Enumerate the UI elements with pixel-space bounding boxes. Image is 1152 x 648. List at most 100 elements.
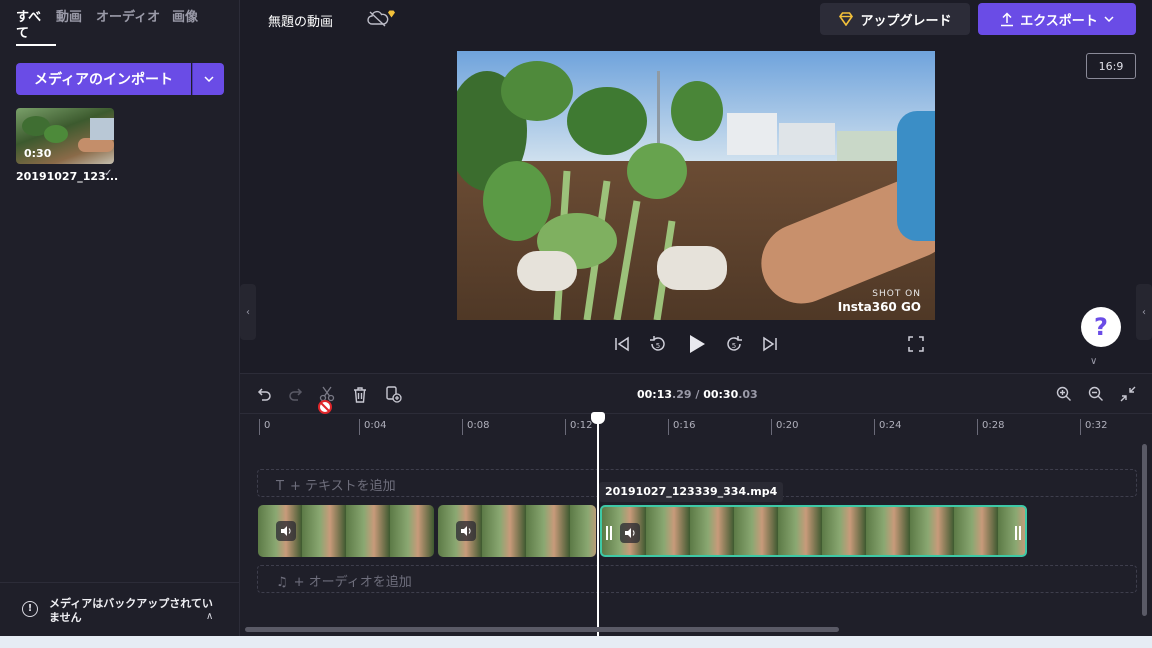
upload-icon xyxy=(1001,11,1014,26)
add-text-label-text: + テキストを追加 xyxy=(289,479,396,494)
import-media-button[interactable]: メディアのインポート xyxy=(16,63,191,95)
fit-timeline-button[interactable] xyxy=(1118,384,1138,404)
diamond-icon xyxy=(839,12,854,26)
media-thumbnail[interactable]: 0:30 xyxy=(16,108,114,164)
video-clip-selected[interactable] xyxy=(600,505,1027,557)
collapse-left-panel-handle[interactable]: ‹ xyxy=(240,284,256,340)
watermark-line2: Insta360 GO xyxy=(837,300,921,314)
aspect-ratio-button[interactable]: 16:9 xyxy=(1086,53,1136,79)
undo-button[interactable] xyxy=(254,384,274,404)
collapse-right-panel-handle[interactable]: ‹ xyxy=(1136,284,1152,340)
video-clip-2[interactable] xyxy=(438,505,596,557)
checkmark-icon: ✓ xyxy=(104,168,113,179)
current-time-frames: .29 xyxy=(672,388,692,401)
total-time: 00:30 xyxy=(703,388,739,401)
tab-image[interactable]: 画像 xyxy=(172,10,212,46)
volume-icon[interactable] xyxy=(456,521,476,541)
clip-name-tooltip: 20191027_123339_334.mp4 xyxy=(599,482,784,502)
media-duration: 0:30 xyxy=(24,147,52,160)
delete-button[interactable] xyxy=(350,384,370,404)
redo-button[interactable] xyxy=(286,384,306,404)
tab-audio[interactable]: オーディオ xyxy=(96,10,172,46)
ruler-tick: 0:24 xyxy=(874,419,901,435)
zoom-out-icon xyxy=(1088,386,1103,401)
ruler-tick: 0 xyxy=(259,419,270,435)
zoom-in-button[interactable] xyxy=(1054,384,1074,404)
rewind-5-button[interactable]: 5 xyxy=(647,333,669,355)
os-taskbar xyxy=(0,636,1152,648)
tab-video[interactable]: 動画 xyxy=(56,10,96,46)
preview-glove-right xyxy=(657,246,727,290)
playhead[interactable] xyxy=(597,417,599,637)
timeline-toolbar: 00:13.29 / 00:30.03 xyxy=(240,374,1152,414)
rewind-5-icon: 5 xyxy=(650,336,665,351)
play-icon xyxy=(690,335,705,353)
redo-icon xyxy=(289,388,303,401)
chevron-down-icon xyxy=(1104,16,1114,22)
volume-icon[interactable] xyxy=(276,521,296,541)
premium-gem-icon xyxy=(387,3,396,22)
chevron-down-icon xyxy=(203,76,214,82)
watermark-line1: SHOT ON xyxy=(872,289,921,299)
backup-warning: ! メディアはバックアップされていません ∧ xyxy=(0,582,240,636)
ruler-tick: 0:08 xyxy=(462,419,489,435)
add-text-label: T + テキストを追加 xyxy=(276,475,396,494)
preview-glove-left xyxy=(517,251,577,291)
undo-icon xyxy=(257,388,271,401)
add-audio-label: ♫ + オーディオを追加 xyxy=(276,571,412,590)
ruler-tick: 0:28 xyxy=(977,419,1004,435)
upgrade-label: アップグレード xyxy=(860,13,952,29)
duplicate-icon xyxy=(385,385,402,403)
total-time-frames: .03 xyxy=(738,388,758,401)
question-mark-icon: ? xyxy=(1094,313,1108,341)
import-options-button[interactable] xyxy=(192,63,224,95)
media-library-panel: すべて 動画 オーディオ 画像 メディアのインポート 0:30 20191027… xyxy=(0,0,240,636)
trim-handle-left[interactable] xyxy=(605,523,613,543)
fullscreen-button[interactable] xyxy=(905,333,927,355)
video-preview[interactable]: SHOT ON Insta360 GO xyxy=(457,51,935,320)
skip-to-start-button[interactable] xyxy=(611,333,633,355)
info-icon: ! xyxy=(22,601,38,617)
media-tabs: すべて 動画 オーディオ 画像 xyxy=(16,10,212,46)
chevron-up-icon[interactable]: ∧ xyxy=(206,611,213,622)
backup-warning-text: メディアはバックアップされていません xyxy=(49,597,213,624)
play-button[interactable] xyxy=(686,333,708,355)
duplicate-button[interactable] xyxy=(383,384,403,404)
trim-handle-right[interactable] xyxy=(1014,523,1022,543)
timecode-display: 00:13.29 / 00:30.03 xyxy=(637,388,758,401)
zoom-out-button[interactable] xyxy=(1086,384,1106,404)
upgrade-button[interactable]: アップグレード xyxy=(820,3,970,35)
skip-to-end-button[interactable] xyxy=(759,333,781,355)
add-audio-track[interactable]: ♫ + オーディオを追加 xyxy=(257,565,1137,593)
video-clip-1[interactable] xyxy=(258,505,434,557)
timecode-separator: / xyxy=(691,388,704,401)
horizontal-scrollbar[interactable] xyxy=(245,627,839,632)
chevron-left-icon: ‹ xyxy=(1142,306,1146,318)
help-button[interactable]: ? xyxy=(1081,307,1121,347)
project-title[interactable]: 無題の動画 xyxy=(268,11,333,30)
forward-5-icon: 5 xyxy=(727,336,742,351)
volume-icon[interactable] xyxy=(620,523,640,543)
chevron-left-icon: ‹ xyxy=(246,306,250,318)
export-label: エクスポート xyxy=(1020,13,1098,29)
export-button[interactable]: エクスポート xyxy=(978,3,1136,35)
cloud-offline-icon[interactable] xyxy=(367,10,389,32)
music-note-icon: ♫ xyxy=(276,575,288,590)
chevron-down-icon[interactable]: ∨ xyxy=(1090,356,1097,367)
zoom-in-icon xyxy=(1056,386,1071,401)
import-row: メディアのインポート xyxy=(16,63,224,95)
svg-text:5: 5 xyxy=(656,342,660,350)
skip-back-icon xyxy=(615,336,629,352)
current-time: 00:13 xyxy=(637,388,673,401)
vertical-scrollbar[interactable] xyxy=(1142,444,1147,616)
shrink-icon xyxy=(1120,386,1136,402)
time-ruler[interactable]: 0 0:04 0:08 0:12 0:16 0:20 0:24 0:28 0:3… xyxy=(240,415,1152,437)
tab-all[interactable]: すべて xyxy=(16,10,56,46)
add-audio-label-text: + オーディオを追加 xyxy=(293,575,412,590)
ruler-tick: 0:12 xyxy=(565,419,592,435)
ruler-tick: 0:04 xyxy=(359,419,386,435)
timeline-panel: 00:13.29 / 00:30.03 0 0:04 0:08 0:12 0:1… xyxy=(240,373,1152,637)
forward-5-button[interactable]: 5 xyxy=(723,333,745,355)
playhead-handle[interactable] xyxy=(591,412,605,424)
media-filename: 20191027_123... xyxy=(16,170,119,183)
